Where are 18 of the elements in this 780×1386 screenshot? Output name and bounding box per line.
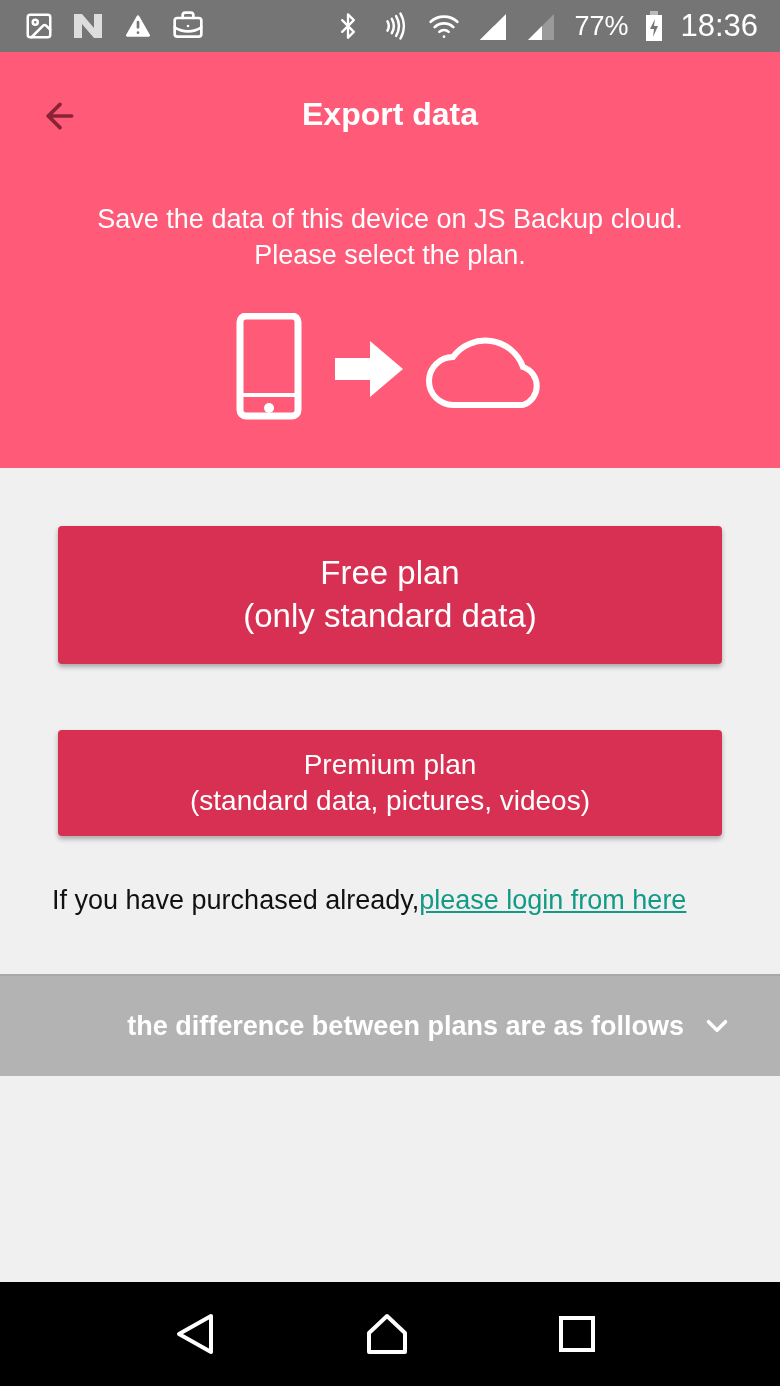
description-text: Please select the plan. <box>254 239 526 272</box>
battery-percentage: 77% <box>574 10 629 42</box>
screen-title: Export data <box>302 96 478 133</box>
n-logo-icon <box>72 12 104 40</box>
home-nav-button[interactable] <box>365 1313 409 1355</box>
clock-time: 18:36 <box>680 8 758 44</box>
recents-nav-button[interactable] <box>559 1316 595 1352</box>
login-note: If you have purchased already,please login from here <box>52 884 688 917</box>
signal-icon <box>526 12 557 40</box>
plan-differences-label: the difference between plans are as follows <box>127 1010 684 1042</box>
signal-icon <box>478 12 509 40</box>
battery-charging-icon <box>646 11 663 41</box>
description-text: Save the data of this device on JS Backup cloud. <box>97 203 683 236</box>
plan-button[interactable]: Free plan (only standard data) <box>58 526 722 664</box>
login-link[interactable]: please login from here <box>419 885 687 915</box>
plan-button[interactable]: Premium plan (standard data, pictures, videos) <box>58 730 722 836</box>
back-nav-button[interactable] <box>175 1312 215 1356</box>
picture-icon <box>24 11 54 41</box>
